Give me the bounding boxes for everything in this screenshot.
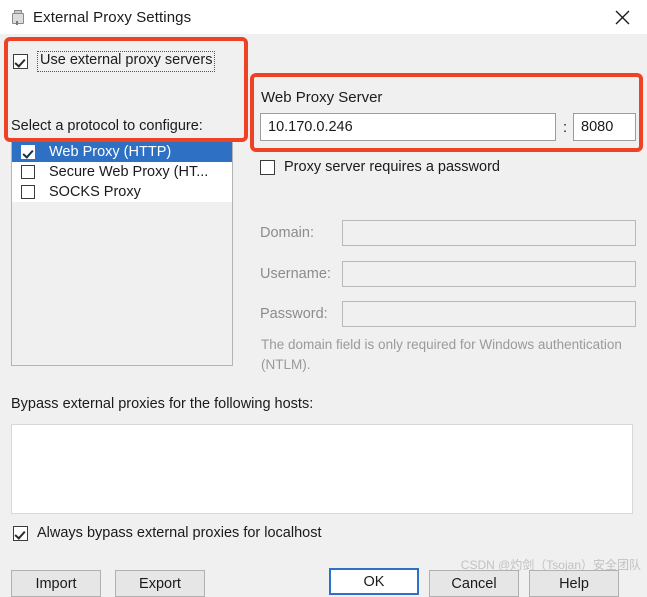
proxy-host-input[interactable]: 10.170.0.246 [260, 113, 556, 141]
protocol-checkbox-secure-web-proxy[interactable] [21, 165, 35, 179]
username-field[interactable] [342, 261, 636, 287]
use-external-proxy-checkbox[interactable] [13, 53, 28, 69]
domain-label: Domain: [260, 225, 314, 241]
password-label: Password: [260, 306, 328, 322]
import-button[interactable]: Import [11, 570, 101, 597]
bypass-hosts-textarea[interactable] [11, 424, 633, 514]
protocol-item-web-proxy[interactable]: Web Proxy (HTTP) [12, 142, 232, 162]
domain-field[interactable] [342, 220, 636, 246]
proxy-port-input[interactable]: 8080 [573, 113, 636, 141]
requires-password-checkbox[interactable] [260, 159, 275, 175]
close-icon[interactable] [611, 6, 633, 28]
use-external-proxy-checkbox-row[interactable]: Use external proxy servers [13, 51, 216, 72]
protocol-item-secure-web-proxy[interactable]: Secure Web Proxy (HT... [12, 162, 232, 182]
cancel-button[interactable]: Cancel [429, 570, 519, 597]
protocol-checkbox-socks-proxy[interactable] [21, 185, 35, 199]
ok-button[interactable]: OK [329, 568, 419, 595]
help-button[interactable]: Help [529, 570, 619, 597]
plug-icon [9, 9, 25, 25]
always-bypass-localhost-label: Always bypass external proxies for local… [37, 525, 322, 541]
web-proxy-server-title: Web Proxy Server [261, 89, 383, 106]
bypass-hosts-label: Bypass external proxies for the followin… [11, 396, 314, 412]
username-field-row: Username: [260, 261, 636, 287]
always-bypass-localhost-row[interactable]: Always bypass external proxies for local… [13, 525, 322, 541]
protocol-item-socks-proxy[interactable]: SOCKS Proxy [12, 182, 232, 202]
window-title: External Proxy Settings [33, 8, 192, 26]
dialog-body: Use external proxy servers Select a prot… [0, 34, 647, 597]
protocol-list[interactable]: Web Proxy (HTTP) Secure Web Proxy (HT...… [11, 141, 233, 366]
protocol-label-web-proxy: Web Proxy (HTTP) [49, 144, 172, 160]
select-protocol-label: Select a protocol to configure: [11, 118, 203, 134]
protocol-label-secure-web-proxy: Secure Web Proxy (HT... [49, 164, 209, 180]
protocol-label-socks-proxy: SOCKS Proxy [49, 184, 141, 200]
requires-password-checkbox-row[interactable]: Proxy server requires a password [260, 159, 500, 175]
password-field-row: Password: [260, 301, 636, 327]
requires-password-label: Proxy server requires a password [284, 159, 500, 175]
password-field[interactable] [342, 301, 636, 327]
protocol-checkbox-web-proxy[interactable] [21, 145, 35, 159]
domain-field-row: Domain: [260, 220, 636, 246]
always-bypass-localhost-checkbox[interactable] [13, 525, 28, 541]
use-external-proxy-label: Use external proxy servers [37, 51, 216, 72]
watermark-text: CSDN @灼剑（Tsojan）安全团队 [460, 558, 641, 572]
host-port-separator: : [563, 120, 568, 136]
domain-hint-text: The domain field is only required for Wi… [261, 337, 622, 372]
title-bar: External Proxy Settings [0, 0, 647, 35]
export-button[interactable]: Export [115, 570, 205, 597]
username-label: Username: [260, 266, 331, 282]
